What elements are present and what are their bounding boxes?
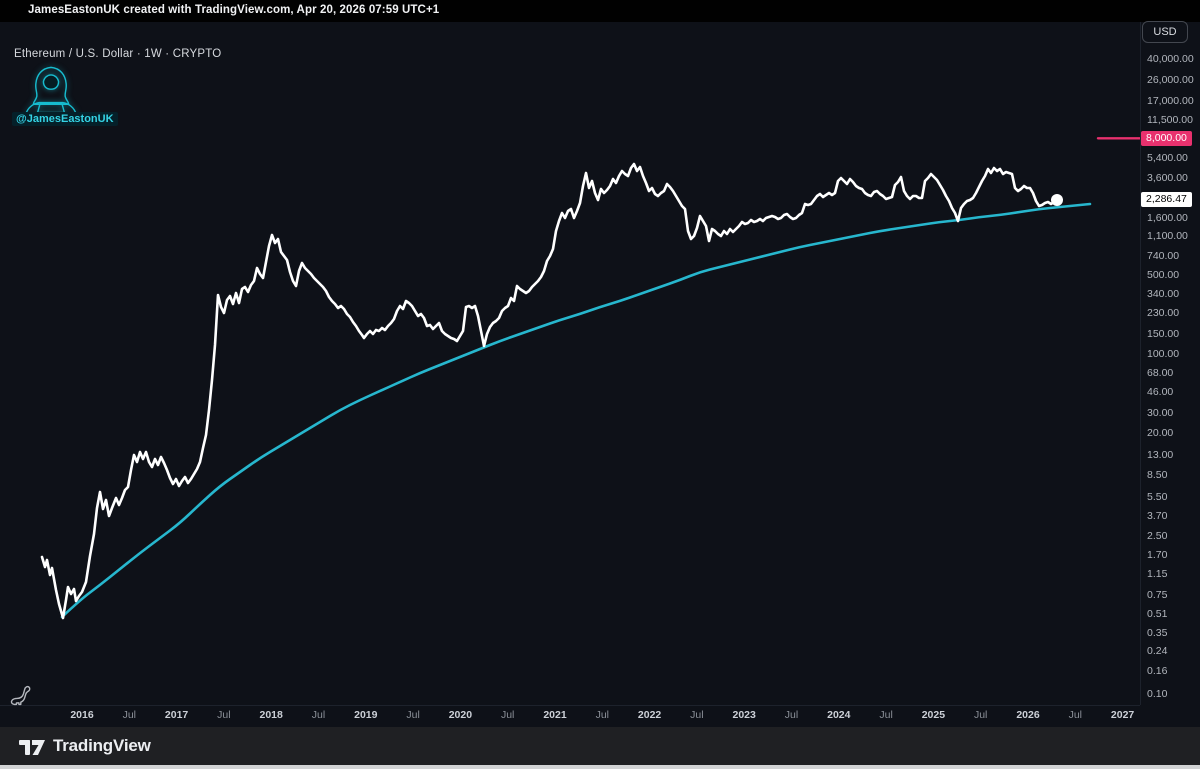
price-tick-label: 2.50 xyxy=(1147,529,1168,542)
time-tick-year: 2022 xyxy=(637,709,662,721)
price-tick-label: 3,600.00 xyxy=(1147,171,1188,184)
time-tick-year: 2018 xyxy=(259,709,283,721)
time-tick-year: 2026 xyxy=(1016,709,1040,721)
time-tick-month: Jul xyxy=(1068,709,1083,721)
time-tick-month: Jul xyxy=(217,709,231,721)
time-tick-month: Jul xyxy=(973,709,988,721)
price-tick-label: 1.70 xyxy=(1147,548,1168,561)
price-tick-label: 46.00 xyxy=(1147,386,1174,399)
price-plot[interactable] xyxy=(0,0,1200,769)
price-tick-label: 0.16 xyxy=(1147,665,1168,678)
time-tick-year: 2021 xyxy=(543,709,567,721)
price-tick-label: 0.51 xyxy=(1147,608,1168,621)
price-tick-label: 30.00 xyxy=(1147,407,1174,420)
growth-curve-series xyxy=(60,202,1092,619)
time-tick-month: Jul xyxy=(879,709,893,721)
time-tick-month: Jul xyxy=(406,709,420,721)
price-tick-label: 13.00 xyxy=(1147,448,1174,461)
price-tick-label: 0.75 xyxy=(1147,589,1168,602)
time-tick-year: 2017 xyxy=(164,709,189,721)
price-line-series xyxy=(40,162,1059,620)
time-tick-month: Jul xyxy=(595,709,610,721)
price-tick-label: 26,000.00 xyxy=(1147,74,1194,87)
tradingview-mark-icon xyxy=(19,740,45,755)
price-tick-label: 17,000.00 xyxy=(1147,95,1194,108)
price-tick-label: 0.24 xyxy=(1147,645,1168,658)
time-scale[interactable]: 2016 Jul 2017 Jul 2018 Jul 2019 Jul 2020 Jul 2021 J… xyxy=(0,705,1200,727)
price-tick-label: 1.15 xyxy=(1147,567,1168,580)
time-tick-year: 2023 xyxy=(732,709,756,721)
time-tick-year: 2020 xyxy=(448,709,473,721)
price-tick-label: 20.00 xyxy=(1147,427,1174,440)
price-tick-label: 500.00 xyxy=(1147,268,1180,281)
price-tick-label: 11,500.00 xyxy=(1147,114,1193,127)
price-tick-label: 8.50 xyxy=(1147,469,1168,482)
price-tick-label: 40,000.00 xyxy=(1147,53,1194,65)
time-tick-month: Jul xyxy=(500,709,515,721)
price-tick-label: 740.00 xyxy=(1147,249,1180,262)
time-tick-year: 2019 xyxy=(354,709,378,721)
time-tick-year: 2025 xyxy=(921,709,946,721)
price-tick-label: 0.35 xyxy=(1147,626,1168,639)
price-tick-label: 1,100.00 xyxy=(1147,229,1188,242)
time-tick-month: Jul xyxy=(122,709,137,721)
price-tick-label: 1,600.00 xyxy=(1147,211,1188,224)
time-tick-year: 2016 xyxy=(70,709,94,721)
price-tick-label: 150.00 xyxy=(1147,328,1180,341)
dinosaur-icon xyxy=(9,683,35,714)
time-tick-month: Jul xyxy=(690,709,704,721)
price-tick-label: 5,400.00 xyxy=(1147,151,1188,164)
price-tick-label: 5.50 xyxy=(1147,490,1168,503)
price-target-label[interactable]: 8,000.00 xyxy=(1141,130,1192,146)
last-price-dot xyxy=(1051,194,1063,206)
price-tick-label: 3.70 xyxy=(1147,510,1168,523)
time-tick-year: 2024 xyxy=(827,709,851,721)
last-price-badge: 2,286.47 xyxy=(1141,192,1192,208)
tradingview-logo[interactable]: TradingView xyxy=(19,736,151,756)
price-tick-label: 100.00 xyxy=(1147,348,1180,361)
time-tick-year: 2027 xyxy=(1110,709,1135,721)
price-tick-label: 340.00 xyxy=(1147,287,1180,300)
time-tick-month: Jul xyxy=(784,709,799,721)
price-tick-label: 0.10 xyxy=(1147,688,1168,701)
price-tick-label: 230.00 xyxy=(1147,307,1180,320)
footer-bar: TradingView xyxy=(0,727,1200,765)
price-tick-label: 68.00 xyxy=(1147,367,1174,380)
price-scale[interactable]: 40,000.00 26,000.00 17,000.00 11,500.00 5,40… xyxy=(1140,22,1200,705)
time-tick-month: Jul xyxy=(311,709,326,721)
window-edge xyxy=(0,765,1200,769)
tradingview-wordmark: TradingView xyxy=(53,736,151,755)
